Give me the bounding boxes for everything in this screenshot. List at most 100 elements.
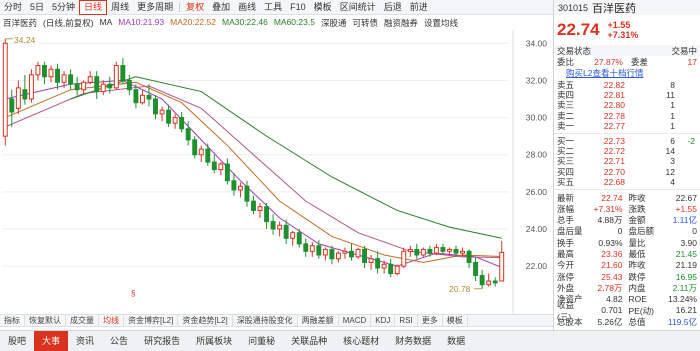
stat-value: +1.55: [675, 203, 697, 214]
candle-body: [237, 185, 243, 191]
low-label: 20.78: [449, 284, 471, 294]
bid-price: 22.68: [603, 176, 625, 187]
chart-canvas[interactable]: 34.00 32.00 30.00 28.00 26.00 24.00 22.00 34.24…: [0, 30, 553, 314]
price-pct: +7.31%: [607, 30, 639, 40]
candle-body: [453, 248, 459, 254]
stat-label: 内盘: [628, 282, 646, 293]
candle-body: [107, 83, 113, 89]
buy-l2-link[interactable]: 购买L2查看十档行情: [554, 67, 700, 80]
tab-5min[interactable]: 5分钟: [48, 0, 79, 15]
candle-body: [224, 163, 230, 182]
ma-label: MA: [99, 17, 113, 27]
template-button[interactable]: 模板: [310, 0, 336, 15]
stat-row: 最高 23.36 最低 21.45: [554, 248, 700, 259]
ask-label: 卖一: [557, 120, 575, 131]
candle-body: [407, 248, 413, 252]
draw-line-button[interactable]: 画线: [234, 0, 260, 15]
convertible-button[interactable]: 可转债: [352, 17, 378, 29]
ind-tab-fund-trend[interactable]: 资金趋势[L2]: [178, 315, 233, 326]
tab-financials[interactable]: 财务数据: [387, 331, 439, 351]
y-tick-label: 24.00: [526, 224, 548, 234]
candle-body: [420, 248, 426, 256]
tab-5day[interactable]: 5日: [26, 0, 48, 15]
range-stats-button[interactable]: 区间统计: [336, 0, 380, 15]
overlay-dropdown[interactable]: 叠加: [208, 0, 234, 15]
weibi-value: 27.87%: [594, 56, 623, 67]
tab-related[interactable]: 关联品种: [283, 331, 335, 351]
ask-row[interactable]: 卖一 22.77 1: [554, 121, 700, 131]
tab-weekly[interactable]: 周线: [107, 0, 133, 15]
ma10-value: MA10:21.93: [118, 17, 165, 27]
candle-body: [9, 98, 15, 113]
candle-body: [48, 68, 54, 78]
ind-tab-template[interactable]: 模板: [443, 315, 468, 326]
f10-button[interactable]: F10: [286, 0, 310, 15]
candle-body: [473, 261, 479, 276]
stat-value: 4.88万: [597, 215, 623, 226]
forward-button[interactable]: 前进: [406, 0, 432, 15]
stat-label: PE(动): [628, 305, 655, 316]
sgt-button[interactable]: 深股通: [321, 17, 347, 29]
bid-diff: -2: [687, 136, 695, 147]
ind-tab-kdj[interactable]: KDJ: [371, 315, 396, 326]
stat-value: 22.67: [675, 192, 697, 203]
order-ratio-row: 委比 27.87% 委差 17: [554, 56, 700, 67]
bid-row[interactable]: 买五 22.68 4: [554, 177, 700, 187]
stat-value: +7.31%: [593, 203, 623, 214]
candlestick-chart[interactable]: 34.00 32.00 30.00 28.00 26.00 24.00 22.00 34.24…: [0, 30, 553, 314]
candle-body: [440, 247, 446, 252]
bid-label: 买五: [557, 176, 575, 187]
stat-label: 盘后额: [628, 226, 655, 237]
tab-daily[interactable]: 日线: [79, 0, 108, 15]
stat-value: 5.26亿: [597, 316, 623, 327]
ind-tab-margin-diff[interactable]: 两融差额: [298, 315, 339, 326]
candle-body: [179, 117, 185, 130]
candle-body: [192, 139, 198, 156]
candle-body: [22, 89, 28, 100]
ind-tab-macd[interactable]: MACD: [339, 315, 372, 326]
candle-body: [447, 248, 452, 252]
bid-price: 22.70: [603, 166, 625, 177]
candle-body: [460, 250, 465, 254]
candle-body: [2, 42, 8, 137]
tab-events[interactable]: 大事: [34, 330, 69, 351]
tools-button[interactable]: 工具: [260, 0, 286, 15]
ma20-value: MA20:22.52: [170, 17, 216, 27]
stat-row: 外盘 2.78万 内盘 2.11万: [554, 282, 700, 293]
ask-price: 22.81: [603, 90, 625, 101]
ind-tab-ma[interactable]: 均线: [99, 315, 124, 326]
candle-body: [486, 280, 492, 286]
stat-label: 最新: [557, 192, 575, 203]
tab-research[interactable]: 研究报告: [136, 331, 188, 351]
ind-tab-sgt-holding[interactable]: 深股通持股变化: [233, 315, 298, 326]
ind-tab-fund-game[interactable]: 资金博弈[L2]: [124, 315, 179, 326]
adjust-dropdown[interactable]: 复权: [182, 0, 208, 15]
ind-tab-reset[interactable]: 恢复默认: [25, 315, 66, 326]
candle-body: [296, 232, 302, 245]
tab-core-themes[interactable]: 核心题材: [335, 331, 387, 351]
candle-body: [303, 243, 309, 252]
candle-body: [283, 224, 289, 239]
stat-value: 2.11万: [672, 282, 697, 293]
stat-row: 涨幅 +7.31% 涨跌 +1.55: [554, 203, 700, 214]
tab-news[interactable]: 资讯: [68, 331, 102, 351]
stat-value: 0: [617, 226, 623, 237]
ind-tab-more[interactable]: 更多: [418, 315, 443, 326]
margin-button[interactable]: 融资融券: [384, 17, 418, 29]
back-button[interactable]: 后退: [380, 0, 406, 15]
ind-tab-rsi[interactable]: RSI: [395, 315, 418, 326]
candle-body: [499, 251, 505, 282]
ind-tab-indicator[interactable]: 指标: [0, 315, 25, 326]
tab-data[interactable]: 数据: [439, 331, 473, 351]
tab-announcements[interactable]: 公告: [102, 331, 136, 351]
tab-sectors[interactable]: 所属板块: [188, 331, 240, 351]
ask-price: 22.77: [603, 120, 625, 131]
candle-body: [35, 65, 41, 76]
tab-timeshare[interactable]: 分时: [0, 0, 26, 15]
tab-more-periods[interactable]: 更多周期: [133, 0, 177, 15]
tab-ask-secretary[interactable]: 问董秘: [240, 331, 283, 351]
ind-tab-volume[interactable]: 成交量: [66, 315, 99, 326]
ma-settings-button[interactable]: 设置均线: [424, 17, 458, 29]
candle-body: [381, 263, 387, 269]
tab-guba[interactable]: 股吧: [0, 331, 34, 351]
